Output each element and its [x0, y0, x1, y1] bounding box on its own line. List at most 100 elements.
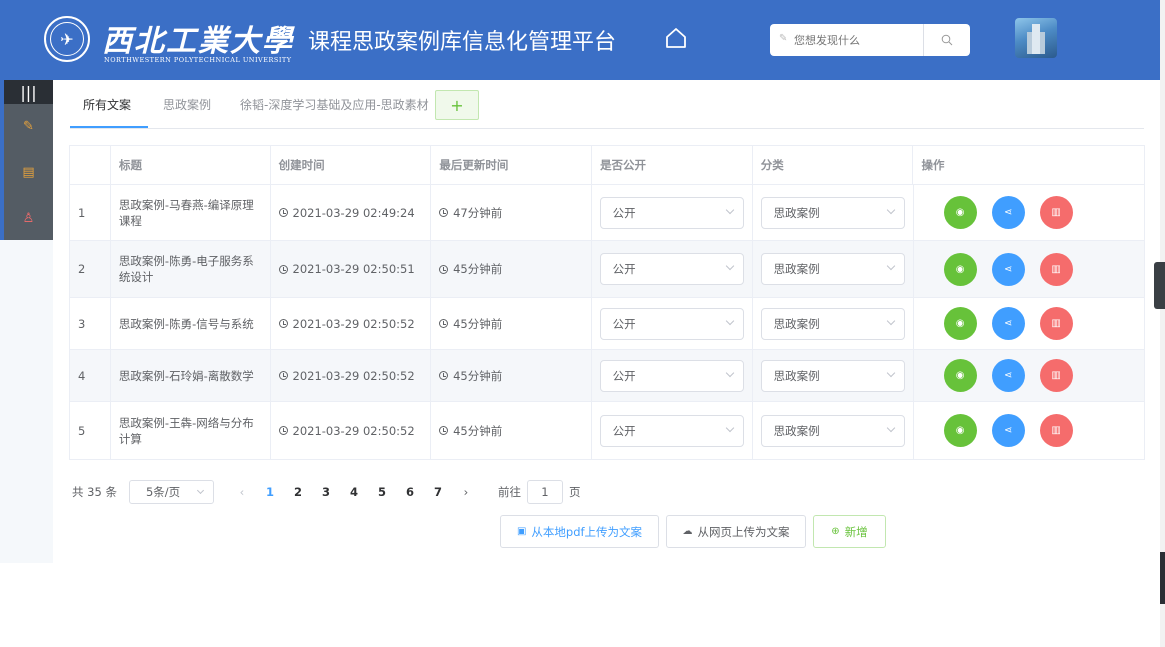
active-tab-indicator [70, 126, 148, 128]
clock-icon [278, 371, 288, 380]
share-button[interactable]: ⋖ [991, 252, 1025, 286]
delete-button[interactable]: ▥ [1039, 307, 1073, 340]
page-number[interactable]: 4 [340, 485, 368, 499]
table-row: 4 思政案例-石玲娟-离散数学 2021-03-29 02:50:52 45分钟前 公开… [70, 350, 1144, 402]
trash-icon: ▥ [1051, 370, 1061, 381]
search-input[interactable] [770, 24, 924, 56]
chevron-down-icon [725, 316, 734, 325]
tab-all-copies[interactable]: 所有文案 [83, 96, 131, 120]
row-updated: 45分钟前 [431, 298, 592, 349]
prev-page-button[interactable]: ‹ [228, 485, 256, 499]
row-index: 5 [70, 402, 111, 459]
page-number[interactable]: 6 [396, 485, 424, 499]
view-button[interactable]: ◉ [943, 414, 977, 447]
tab-deep-learning-material[interactable]: 徐韬-深度学习基础及应用-思政素材 [240, 96, 429, 120]
row-title: 思政案例-陈勇-电子服务系统设计 [111, 241, 271, 297]
row-category: 思政案例 [753, 298, 914, 349]
column-header-category[interactable]: 分类 [753, 146, 914, 184]
row-actions: ◉ ⋖ ▥ [914, 350, 1144, 401]
view-button[interactable]: ◉ [943, 252, 977, 286]
created-time: 2021-03-29 02:50:52 [292, 423, 415, 438]
goto-prefix: 前往 [497, 485, 521, 499]
category-select[interactable]: 思政案例 [760, 253, 905, 285]
chevron-down-icon [196, 486, 204, 495]
row-category: 思政案例 [753, 241, 914, 297]
clock-icon [278, 319, 288, 328]
eye-icon: ◉ [955, 425, 965, 436]
university-logo-en: NORTHWESTERN POLYTECHNICAL UNIVERSITY [104, 56, 292, 64]
column-header-public[interactable]: 是否公开 [592, 146, 753, 184]
delete-button[interactable]: ▥ [1039, 414, 1073, 447]
category-value: 思政案例 [773, 423, 820, 438]
view-button[interactable]: ◉ [943, 307, 977, 340]
row-created: 2021-03-29 02:50:52 [271, 298, 432, 349]
column-header-updated[interactable]: 最后更新时间 [431, 146, 593, 184]
column-header-index [70, 146, 111, 184]
file-icon: ▣ [516, 526, 527, 537]
page-number[interactable]: 7 [424, 485, 452, 499]
row-created: 2021-03-29 02:50:51 [271, 241, 432, 297]
sidebar-user-icon[interactable]: ♙ [4, 198, 53, 238]
upload-web-button[interactable]: ☁ 从网页上传为文案 [666, 515, 806, 548]
updated-time: 45分钟前 [453, 262, 503, 276]
delete-button[interactable]: ▥ [1039, 252, 1073, 286]
page-number[interactable]: 5 [368, 485, 396, 499]
user-avatar[interactable] [1015, 18, 1057, 58]
column-header-created[interactable]: 创建时间 [271, 146, 432, 184]
table-row: 1 思政案例-马春燕-编译原理课程 2021-03-29 02:49:24 47分钟前… [70, 185, 1144, 241]
page-number[interactable]: 3 [312, 485, 340, 499]
goto-page-input[interactable]: 1 [526, 480, 563, 504]
share-icon: ⋖ [1003, 370, 1013, 381]
view-button[interactable]: ◉ [943, 196, 977, 229]
sidebar-edit-icon[interactable]: ✎ [4, 106, 53, 146]
clock-icon [278, 208, 288, 217]
add-new-button[interactable]: ⊕ 新增 [813, 515, 886, 548]
category-select[interactable]: 思政案例 [760, 196, 905, 229]
column-header-title[interactable]: 标题 [111, 146, 271, 184]
page-number[interactable]: 1 [256, 485, 284, 499]
share-button[interactable]: ⋖ [991, 414, 1025, 447]
trash-icon: ▥ [1051, 207, 1061, 218]
share-button[interactable]: ⋖ [991, 196, 1025, 229]
row-updated: 45分钟前 [431, 350, 592, 401]
search-icon [941, 34, 953, 46]
table-row: 2 思政案例-陈勇-电子服务系统设计 2021-03-29 02:50:51 45分钟… [70, 241, 1144, 298]
menu-toggle-button[interactable]: ||| [4, 80, 53, 104]
scrollbar-track[interactable] [1160, 0, 1165, 647]
delete-button[interactable]: ▥ [1039, 359, 1073, 392]
share-button[interactable]: ⋖ [991, 307, 1025, 340]
next-page-button[interactable]: › [452, 485, 480, 499]
top-header: ✈ 西北工業大學 NORTHWESTERN POLYTECHNICAL UNIV… [0, 0, 1160, 80]
public-value: 公开 [612, 368, 636, 383]
row-public: 公开 [592, 185, 753, 240]
category-select[interactable]: 思政案例 [760, 414, 905, 447]
delete-button[interactable]: ▥ [1039, 196, 1073, 229]
public-select[interactable]: 公开 [599, 307, 744, 340]
page-size-value: 5条/页 [145, 485, 181, 499]
category-select[interactable]: 思政案例 [760, 307, 905, 340]
clock-icon [278, 264, 288, 274]
view-button[interactable]: ◉ [943, 359, 977, 392]
public-select[interactable]: 公开 [599, 359, 744, 392]
page-size-select[interactable]: 5条/页 [128, 480, 214, 504]
public-select[interactable]: 公开 [599, 414, 744, 447]
category-value: 思政案例 [773, 368, 820, 383]
scrollbar-thumb[interactable] [1160, 552, 1165, 604]
upload-pdf-button[interactable]: ▣ 从本地pdf上传为文案 [500, 515, 659, 548]
public-select[interactable]: 公开 [599, 196, 744, 229]
share-button[interactable]: ⋖ [991, 359, 1025, 392]
public-select[interactable]: 公开 [599, 253, 744, 285]
home-icon[interactable] [664, 26, 688, 50]
side-panel-handle[interactable] [1154, 262, 1165, 309]
eye-icon: ◉ [955, 207, 965, 218]
add-tab-button[interactable]: + [435, 90, 479, 120]
row-title: 思政案例-陈勇-信号与系统 [111, 298, 271, 349]
tab-ideology-cases[interactable]: 思政案例 [163, 96, 211, 120]
search-button[interactable] [924, 24, 970, 56]
clock-icon [439, 208, 449, 217]
category-select[interactable]: 思政案例 [760, 359, 905, 392]
row-created: 2021-03-29 02:50:52 [271, 402, 432, 459]
sidebar-document-icon[interactable]: ▤ [4, 152, 53, 192]
page-number[interactable]: 2 [284, 485, 312, 499]
row-actions: ◉ ⋖ ▥ [914, 241, 1144, 297]
